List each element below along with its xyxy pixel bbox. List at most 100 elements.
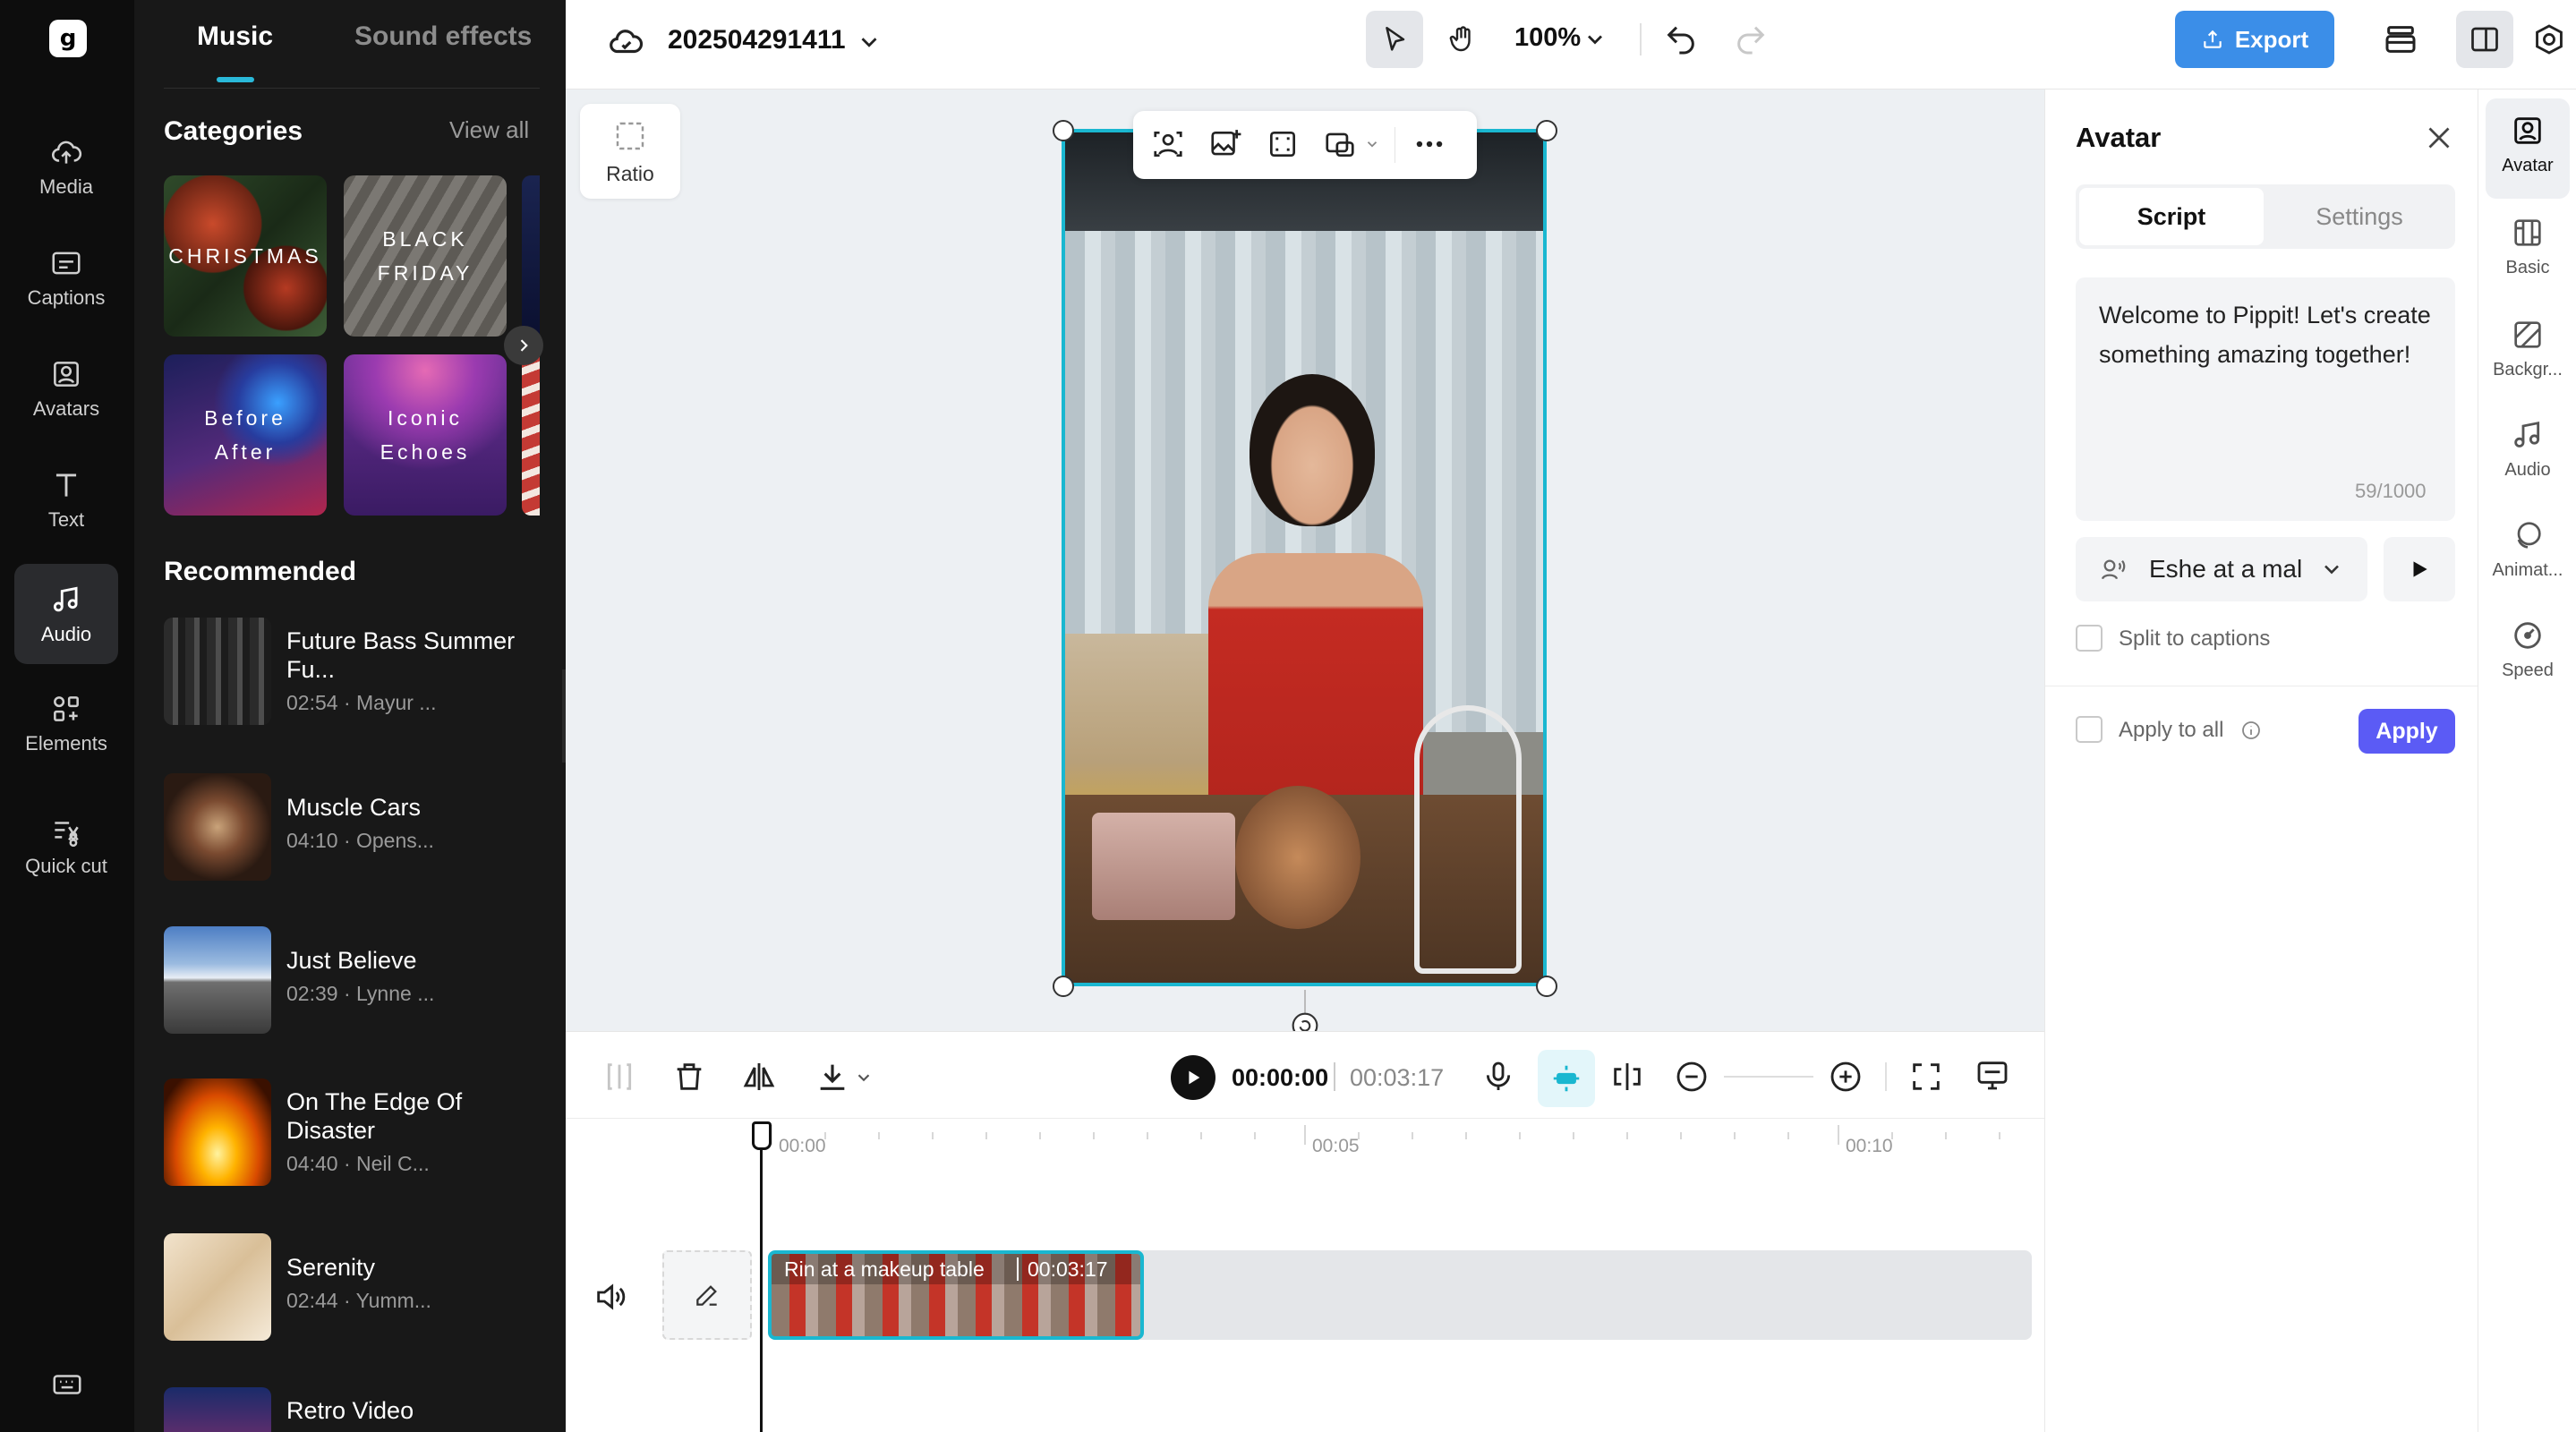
crop-frame-icon[interactable] [1266, 127, 1300, 161]
more-icon[interactable] [1412, 127, 1446, 161]
chevron-down-icon[interactable] [854, 1068, 874, 1087]
resize-handle[interactable] [1053, 976, 1074, 997]
list-item[interactable]: Retro Video [164, 1387, 549, 1432]
chevron-down-icon[interactable] [1364, 136, 1380, 152]
zoom-out-icon[interactable] [1674, 1059, 1710, 1095]
rotate-handle[interactable] [1291, 1011, 1319, 1031]
split-clip-icon[interactable] [1609, 1059, 1645, 1095]
apply-all-label: Apply to all [2119, 718, 2224, 742]
cloud-sync-icon[interactable] [607, 23, 644, 61]
select-tool-button[interactable] [1366, 11, 1423, 68]
apply-button[interactable]: Apply [2358, 709, 2455, 754]
list-item[interactable]: Muscle Cars 04:10 · Opens... [164, 773, 549, 881]
sidebar-item-elements[interactable]: Elements [14, 673, 118, 773]
layers-button[interactable] [2372, 11, 2429, 68]
video-preview[interactable] [1062, 129, 1547, 986]
resize-handle[interactable] [1536, 976, 1557, 997]
sidebar-item-captions[interactable]: Captions [14, 227, 118, 328]
microphone-icon[interactable] [1480, 1059, 1516, 1095]
category-peek[interactable] [522, 354, 540, 516]
ruler-ticks [772, 1125, 2000, 1145]
category-iconic-echoes[interactable]: Iconic Echoes [344, 354, 507, 516]
voice-selector[interactable]: Eshe at a mal [2076, 537, 2367, 601]
sidebar-item-avatars[interactable]: Avatars [14, 338, 118, 439]
zoom-in-icon[interactable] [1828, 1059, 1864, 1095]
sidebar-item-audio[interactable]: Audio [14, 564, 118, 664]
stack-icon [2385, 26, 2416, 53]
right-rail-basic[interactable]: Basic [2478, 215, 2576, 278]
right-rail-speed[interactable]: Speed [2478, 618, 2576, 681]
zoom-level[interactable]: 100% [1514, 23, 1581, 53]
download-icon[interactable] [815, 1059, 850, 1095]
tab-settings[interactable]: Settings [2267, 188, 2452, 245]
app-logo[interactable]: g [49, 20, 87, 57]
track-thumbnail [164, 926, 271, 1034]
list-item[interactable]: Just Believe 02:39 · Lynne ... [164, 926, 549, 1034]
video-mirror [1235, 786, 1361, 929]
voice-preview-button[interactable] [2384, 537, 2455, 601]
layout-toggle-button[interactable] [2456, 11, 2513, 68]
apply-all-checkbox[interactable] [2076, 716, 2103, 743]
split-captions-checkbox[interactable] [2076, 625, 2103, 652]
resize-handle[interactable] [1536, 120, 1557, 141]
ratio-button[interactable]: Ratio [580, 104, 680, 199]
playhead[interactable] [760, 1121, 763, 1432]
list-item[interactable]: On The Edge Of Disaster 04:40 · Neil C..… [164, 1078, 549, 1186]
list-item[interactable]: Future Bass Summer Fu... 02:54 · Mayur .… [164, 618, 549, 725]
sidebar-item-text[interactable]: Text [14, 449, 118, 550]
close-icon[interactable] [2423, 122, 2455, 154]
sidebar-item-label: Quick cut [25, 854, 107, 877]
tab-music[interactable]: Music [197, 21, 273, 52]
background-replace-icon[interactable] [1323, 127, 1357, 161]
keyboard-icon[interactable] [50, 1368, 84, 1402]
play-button[interactable] [1171, 1055, 1215, 1100]
flip-icon[interactable] [741, 1059, 777, 1095]
category-before-after[interactable]: Before After [164, 354, 327, 516]
chevron-down-icon[interactable] [1582, 27, 1608, 52]
fullscreen-icon[interactable] [1908, 1059, 1944, 1095]
sidebar-item-label: Avatars [32, 396, 100, 420]
undo-icon[interactable] [1663, 21, 1699, 57]
animation-icon [2517, 522, 2541, 549]
info-icon[interactable] [2240, 720, 2262, 741]
project-name[interactable]: 202504291411 [668, 25, 846, 55]
video-clip[interactable]: Rin at a makeup table 00:03:17 [768, 1250, 1144, 1340]
category-black-friday[interactable]: BLACK FRIDAY [344, 175, 507, 337]
categories-next-button[interactable] [504, 326, 543, 365]
image-add-icon[interactable] [1208, 127, 1242, 161]
avatar-icon [54, 361, 79, 387]
tab-script[interactable]: Script [2079, 188, 2264, 245]
view-all-link[interactable]: View all [449, 116, 529, 144]
list-item[interactable]: Serenity 02:44 · Yumm... [164, 1233, 549, 1341]
edit-track-button[interactable] [662, 1250, 752, 1340]
delete-icon[interactable] [671, 1059, 707, 1095]
track-thumbnail [164, 1233, 271, 1341]
sidebar-item-quick-cut[interactable]: Quick cut [14, 788, 118, 904]
resize-handle[interactable] [1053, 120, 1074, 141]
speaker-icon[interactable] [593, 1279, 628, 1315]
settings-button[interactable] [2521, 11, 2576, 68]
right-rail-audio[interactable]: Audio [2478, 417, 2576, 481]
export-button[interactable]: Export [2175, 11, 2334, 68]
sidebar-item-media[interactable]: Media [14, 116, 118, 217]
chevron-down-icon [2324, 565, 2339, 575]
right-rail-animation[interactable]: Animat... [2478, 517, 2576, 581]
split-icon[interactable] [601, 1059, 637, 1095]
redo-icon[interactable] [1733, 21, 1769, 57]
category-christmas[interactable]: CHRISTMAS [164, 175, 327, 337]
right-rail-avatar[interactable]: Avatar [2478, 113, 2576, 176]
tab-sound-effects[interactable]: Sound effects [354, 21, 532, 52]
caption-preview-icon[interactable] [1975, 1057, 2010, 1093]
track-meta: 02:44 · Yumm... [286, 1289, 431, 1312]
sidebar-item-label: Audio [40, 622, 92, 645]
zoom-slider[interactable] [1724, 1076, 1813, 1078]
playhead-handle[interactable] [752, 1121, 772, 1150]
magnet-snap-button[interactable] [1538, 1050, 1595, 1107]
avatar-replace-icon[interactable] [1151, 127, 1185, 161]
category-peek[interactable] [522, 175, 540, 337]
chevron-down-icon[interactable] [856, 29, 883, 55]
hand-tool-button[interactable] [1434, 11, 1491, 68]
right-rail-background[interactable]: Backgr... [2478, 317, 2576, 380]
script-textarea[interactable]: Welcome to Pippit! Let's create somethin… [2076, 277, 2455, 521]
track-meta: 04:40 · Neil C... [286, 1152, 430, 1175]
